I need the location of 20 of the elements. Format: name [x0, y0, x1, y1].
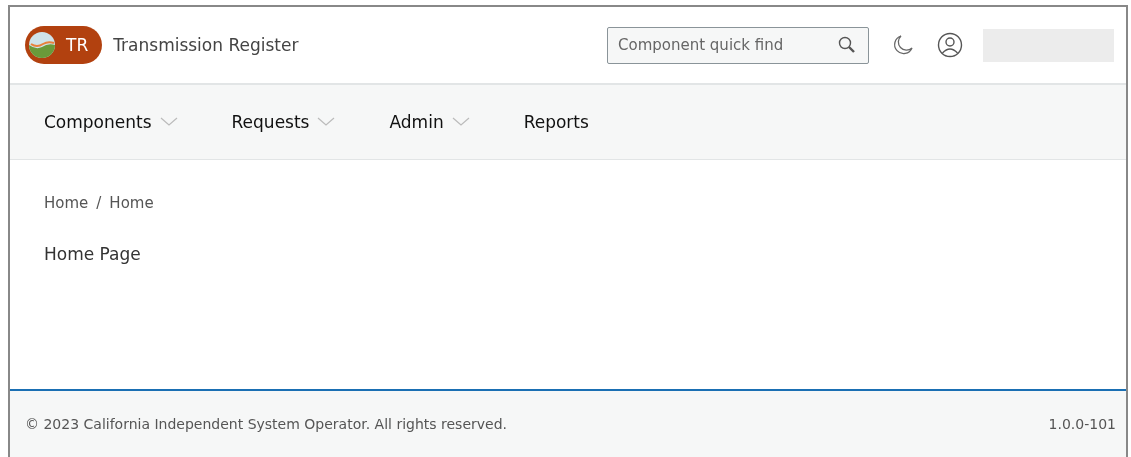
moon-icon[interactable]	[891, 33, 915, 57]
nav-menu-item[interactable]: Reports	[515, 112, 597, 132]
page-text: Home Page	[44, 244, 142, 264]
nav-menu-item[interactable]: Components	[36, 112, 186, 132]
search-field[interactable]: Component quick find	[607, 26, 869, 64]
logo-badge[interactable]: TR	[25, 26, 103, 64]
copyright-text: © 2023 California Independent System Operator. All rights reserved.	[25, 416, 507, 432]
nav-menu-item[interactable]: Admin	[381, 112, 478, 132]
user-icon[interactable]	[937, 32, 963, 58]
breadcrumb-link[interactable]: Home	[44, 194, 89, 212]
chevron-down-icon	[317, 117, 336, 127]
globe-logo-icon	[28, 31, 56, 59]
version-text: 1.0.0-101	[1048, 416, 1116, 432]
chevron-down-icon	[159, 117, 178, 127]
search-icon[interactable]	[837, 34, 857, 55]
nav-menu-item[interactable]: Requests	[223, 112, 344, 132]
app-title: Transmission Register	[113, 35, 299, 55]
breadcrumb-link[interactable]: Home	[109, 194, 154, 212]
breadcrumb-separator: /	[96, 194, 102, 212]
chevron-down-icon	[451, 117, 470, 127]
